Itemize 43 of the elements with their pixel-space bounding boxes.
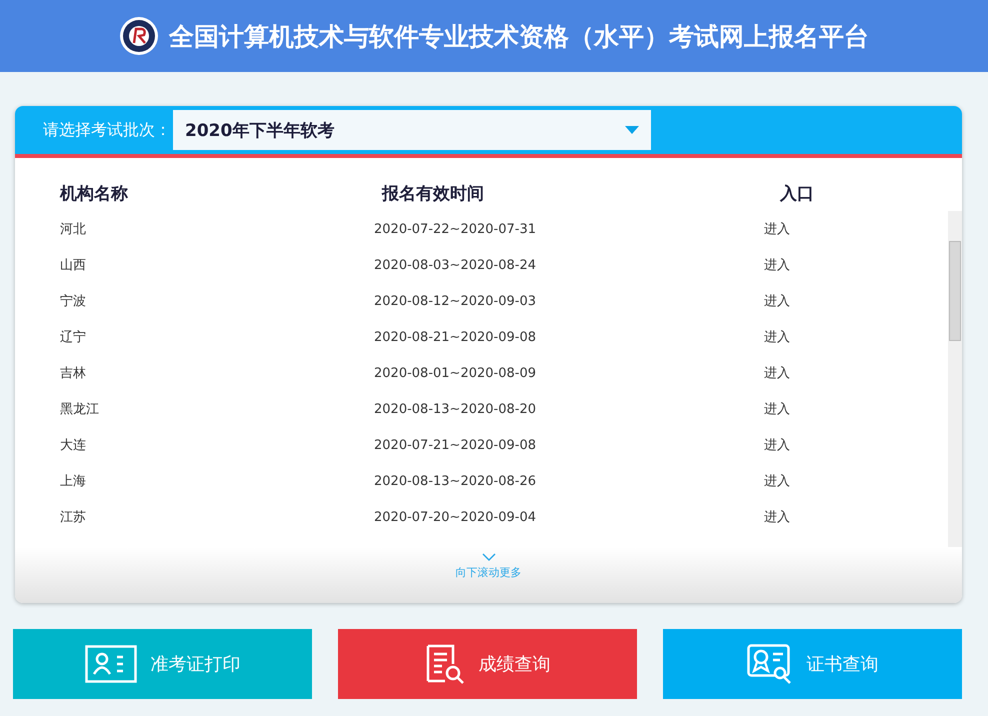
table-cell-text: 河北: [60, 221, 87, 238]
column-header: 入口: [778, 183, 815, 205]
enter-link[interactable]: 进入: [764, 508, 844, 526]
column-header: 报名有效时间: [380, 183, 485, 205]
document-search-icon: [424, 644, 464, 684]
table-cell-text: 2020-07-22~2020-07-31: [374, 222, 537, 236]
scroll-hint: 向下滚动更多: [456, 565, 522, 580]
certificate-search-icon: [746, 644, 792, 684]
table-cell-text: 2020-08-03~2020-08-24: [374, 258, 537, 272]
page-title: 全国计算机技术与软件专业技术资格（水平）考试网上报名平台: [169, 20, 869, 52]
enter-link[interactable]: 进入: [764, 220, 844, 238]
scrollbar[interactable]: [948, 211, 962, 547]
scrollbar-thumb[interactable]: [949, 241, 961, 341]
enter-link[interactable]: 进入: [764, 256, 844, 274]
id-card-icon: [84, 645, 136, 683]
table-cell-text: 上海: [60, 473, 87, 490]
column-header: 机构名称: [60, 183, 129, 205]
table-cell-text: 2020-08-12~2020-09-03: [374, 294, 537, 308]
caret-icon: [625, 126, 639, 134]
table-cell-text: 吉林: [60, 365, 87, 382]
table-cell-text: 2020-08-01~2020-08-09: [374, 366, 537, 380]
table-cell-text: 2020-08-13~2020-08-20: [374, 402, 537, 416]
action-button[interactable]: 成绩查询: [338, 629, 637, 699]
table-cell-text: 山西: [60, 257, 87, 274]
table-cell-text: 大连: [60, 437, 87, 454]
table-cell-text: 辽宁: [60, 329, 87, 346]
selector-label: 请选择考试批次：: [43, 120, 171, 140]
logo-icon: [119, 16, 159, 56]
enter-link[interactable]: 进入: [764, 292, 844, 310]
enter-link[interactable]: 进入: [764, 436, 844, 454]
table-cell-text: 2020-08-21~2020-09-08: [374, 330, 537, 344]
table-cell-text: 宁波: [60, 293, 87, 310]
table-cell-text: 2020-08-13~2020-08-26: [374, 474, 537, 488]
table-cell-text: 2020-07-20~2020-09-04: [374, 510, 537, 524]
table-cell-text: 2020-07-21~2020-09-08: [374, 438, 537, 452]
batch-dropdown[interactable]: 2020年下半年软考: [173, 110, 651, 150]
chevron-down-icon: [482, 553, 496, 561]
table-cell-text: 黑龙江: [60, 401, 100, 418]
enter-link[interactable]: 进入: [764, 328, 844, 346]
enter-link[interactable]: 进入: [764, 400, 844, 418]
table-cell-text: 江苏: [60, 509, 87, 526]
enter-link[interactable]: 进入: [764, 364, 844, 382]
enter-link[interactable]: 进入: [764, 472, 844, 490]
